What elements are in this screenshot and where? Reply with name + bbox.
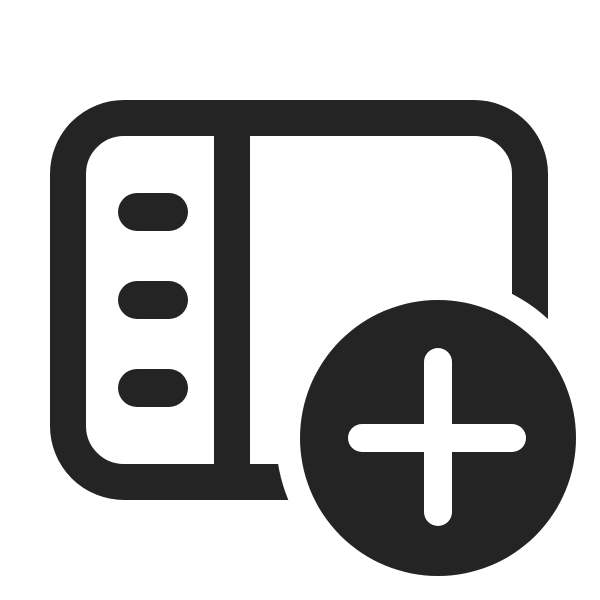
sidebar-divider <box>214 118 250 482</box>
add-badge <box>300 300 576 576</box>
sidebar-item-1 <box>118 193 188 231</box>
panel-left-add-icon <box>50 100 576 576</box>
sidebar-item-3 <box>118 369 188 407</box>
plus-horizontal <box>348 424 526 452</box>
sidebar-item-2 <box>118 281 188 319</box>
icon-canvas <box>0 0 600 600</box>
